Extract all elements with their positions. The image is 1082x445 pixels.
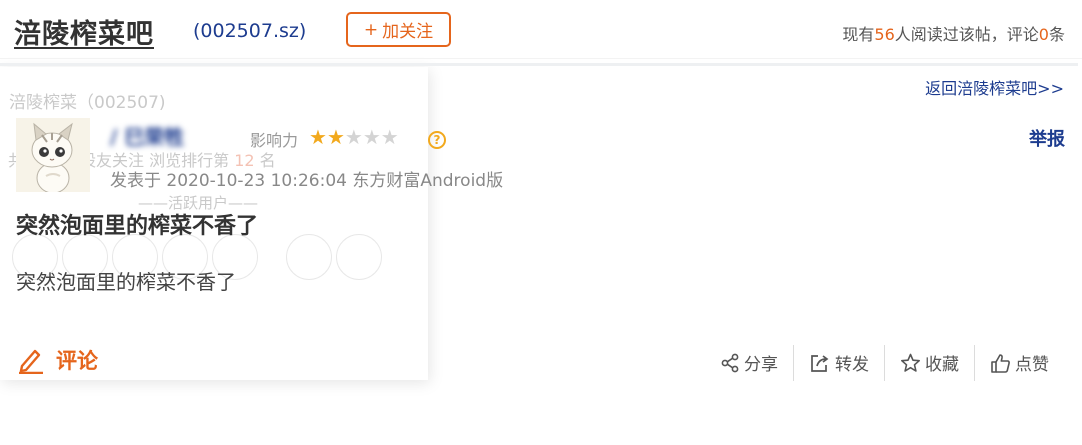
- comment-label: 评论: [56, 345, 98, 375]
- share-icon: [720, 353, 740, 373]
- share-label: 分享: [744, 350, 778, 375]
- header-divider: [0, 63, 1078, 66]
- background-stock-name: 涪陵榨菜（002507): [9, 88, 166, 113]
- like-label: 点赞: [1015, 350, 1049, 375]
- post-meta: 发表于 2020-10-23 10:26:04 东方财富Android版: [110, 166, 503, 191]
- report-link[interactable]: 举报: [1029, 125, 1065, 151]
- star-empty-icon: ★: [381, 125, 399, 149]
- header-divider-thin: [0, 58, 1082, 59]
- post-body: 突然泡面里的榨菜不香了: [16, 266, 236, 295]
- forward-button[interactable]: 转发: [794, 344, 884, 381]
- influence-label: 影响力: [250, 127, 298, 151]
- post-action-bar: 分享 转发 收藏 点赞: [705, 344, 1064, 381]
- read-comment-stats: 现有56人阅读过该帖，评论0条: [842, 21, 1065, 45]
- cat-avatar-icon: [16, 118, 90, 192]
- star-empty-icon: ★: [345, 125, 363, 149]
- influence-rating: ★★★★★: [309, 125, 399, 149]
- post-title: 突然泡面里的榨菜不香了: [16, 208, 258, 240]
- background-user-avatar: [336, 234, 382, 280]
- forward-icon: [809, 353, 831, 373]
- background-user-avatar: [286, 234, 332, 280]
- plus-icon: +: [364, 20, 378, 40]
- star-empty-icon: ★: [363, 125, 381, 149]
- star-filled-icon: ★: [309, 125, 327, 149]
- star-outline-icon: [900, 353, 921, 373]
- comment-button[interactable]: 评论: [16, 345, 98, 375]
- share-button[interactable]: 分享: [705, 344, 793, 381]
- follow-label: 加关注: [382, 17, 433, 42]
- star-filled-icon: ★: [327, 125, 345, 149]
- like-button[interactable]: 点赞: [975, 344, 1064, 381]
- author-name-link[interactable]: / 巳荣牲: [110, 121, 184, 150]
- author-avatar[interactable]: [16, 118, 90, 192]
- back-to-bar-link[interactable]: 返回涪陵榨菜吧>>: [925, 75, 1064, 99]
- pencil-icon: [16, 346, 44, 374]
- favorite-label: 收藏: [925, 350, 959, 375]
- stock-code-link[interactable]: (002507.sz): [193, 20, 306, 42]
- forward-label: 转发: [835, 350, 869, 375]
- bar-title-link[interactable]: 涪陵榨菜吧: [14, 12, 154, 51]
- favorite-button[interactable]: 收藏: [885, 344, 974, 381]
- help-question-icon[interactable]: ?: [428, 131, 446, 149]
- thumbs-up-icon: [990, 353, 1011, 373]
- follow-button[interactable]: + 加关注: [346, 12, 451, 47]
